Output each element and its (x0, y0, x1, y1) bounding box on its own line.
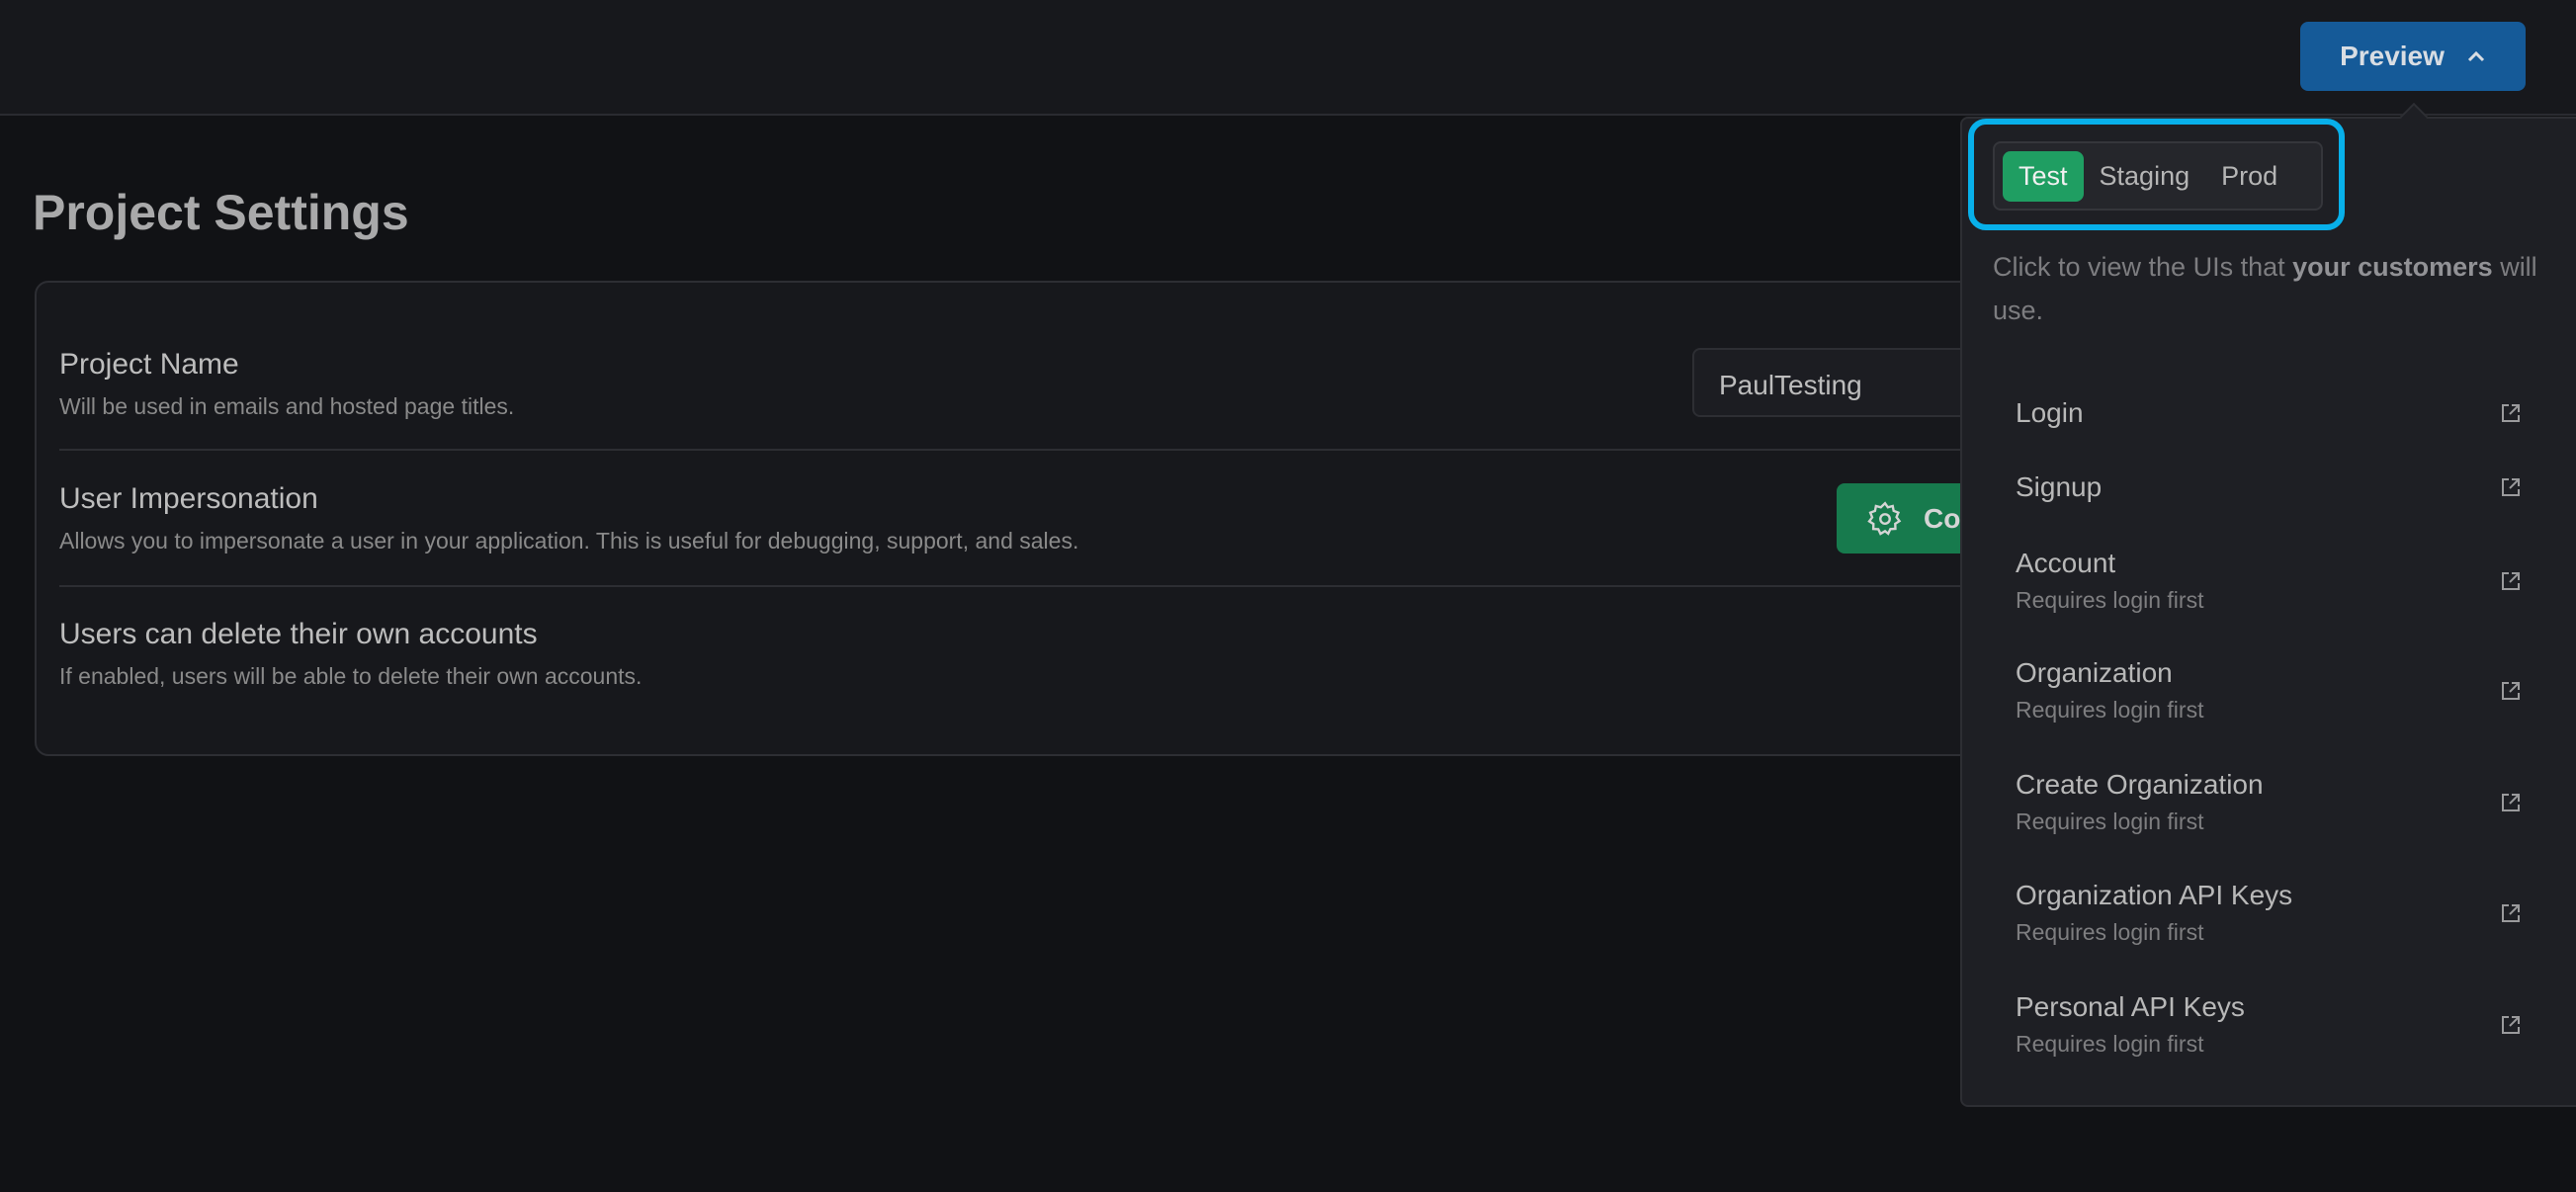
text-bold: your customers (2292, 252, 2493, 282)
preview-link-personal-api-keys[interactable]: Personal API Keys Requires login first (2016, 991, 2530, 1058)
preview-link-organization-api-keys[interactable]: Organization API Keys Requires login firs… (2016, 880, 2530, 946)
link-sublabel: Requires login first (2016, 1031, 2204, 1057)
link-label: Organization API Keys (2016, 880, 2293, 910)
configure-label: Co (1924, 502, 1961, 534)
link-label: Create Organization (2016, 769, 2264, 800)
link-label: Organization (2016, 657, 2173, 688)
link-label: Account (2016, 548, 2116, 578)
link-label: Signup (2016, 471, 2103, 502)
link-label: Login (2016, 397, 2084, 428)
preview-link-organization[interactable]: Organization Requires login first (2016, 657, 2530, 724)
external-link-icon (2502, 1015, 2520, 1034)
external-link-icon (2502, 793, 2520, 811)
setting-description: If enabled, users will be able to delete… (59, 663, 643, 689)
setting-user-impersonation: User Impersonation Allows you to imperso… (59, 482, 2036, 554)
link-sublabel: Requires login first (2016, 587, 2204, 613)
link-label: Personal API Keys (2016, 991, 2245, 1022)
external-link-icon (2502, 681, 2520, 700)
setting-description: Allows you to impersonate a user in your… (59, 528, 1079, 553)
divider (59, 585, 2086, 587)
preview-link-login[interactable]: Login (2016, 397, 2530, 429)
external-link-icon (2502, 478, 2520, 496)
text: Click to view the UIs that (1993, 252, 2293, 282)
external-link-icon (2502, 571, 2520, 590)
chevron-up-icon (2467, 50, 2484, 62)
preview-button[interactable]: Preview (2300, 22, 2526, 91)
link-sublabel: Requires login first (2016, 919, 2204, 945)
preview-label: Preview (2340, 41, 2445, 71)
divider (59, 449, 2086, 451)
setting-label: Users can delete their own accounts (59, 618, 538, 650)
highlight-box (1968, 119, 2345, 230)
setting-label: User Impersonation (59, 482, 318, 515)
external-link-icon (2502, 903, 2520, 922)
external-link-icon (2502, 404, 2520, 422)
preview-link-account[interactable]: Account Requires login first (2016, 548, 2530, 614)
preview-link-signup[interactable]: Signup (2016, 471, 2530, 503)
page-title: Project Settings (33, 185, 409, 240)
gear-icon (1867, 500, 1902, 536)
preview-link-create-organization[interactable]: Create Organization Requires login first (2016, 769, 2530, 835)
top-bar (0, 0, 2576, 116)
setting-delete-accounts: Users can delete their own accounts If e… (59, 618, 2036, 690)
popover-description: Click to view the UIs that your customer… (1993, 245, 2546, 332)
link-sublabel: Requires login first (2016, 809, 2204, 834)
link-sublabel: Requires login first (2016, 697, 2204, 723)
